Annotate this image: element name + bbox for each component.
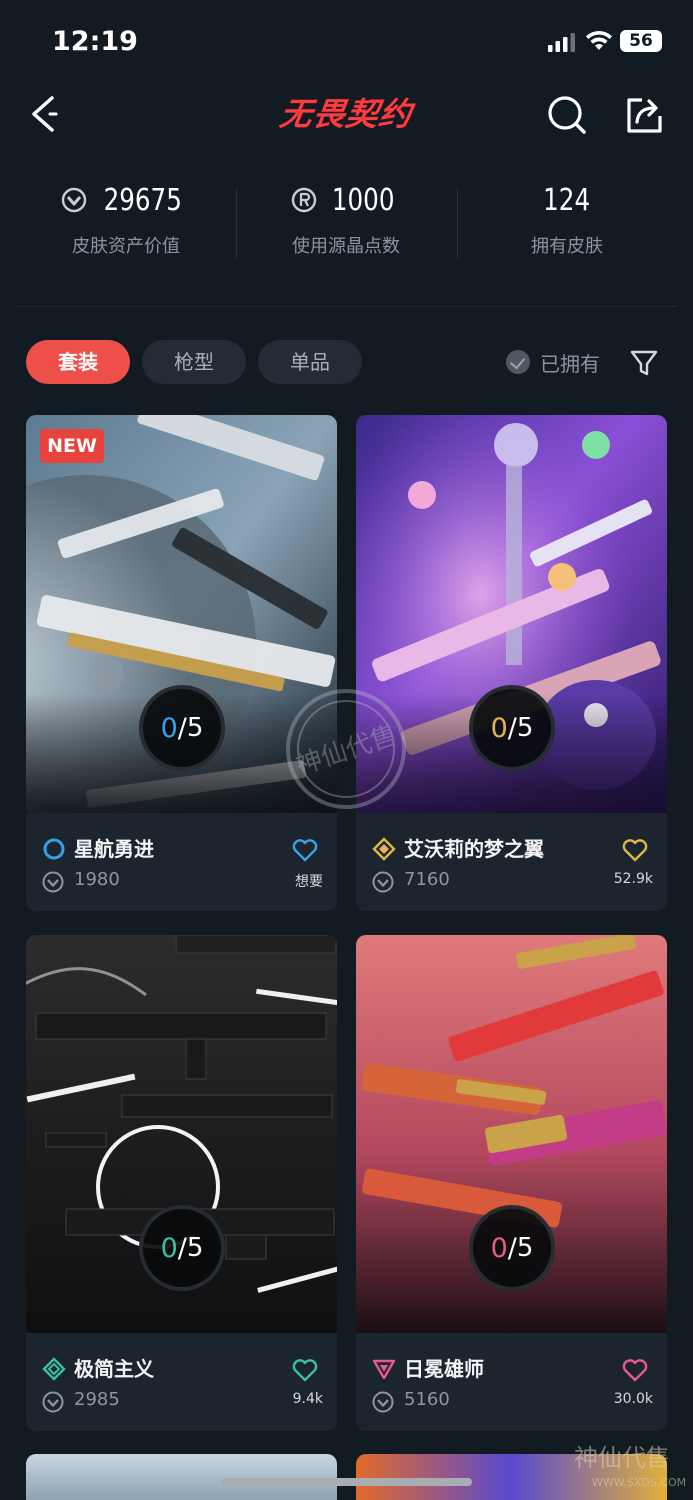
want-count: 想要 [295,874,323,890]
watermark-corner: 神仙代售 WWW.SXDS.COM [574,1444,686,1489]
search-icon[interactable] [546,94,588,136]
progress-separator: / [177,1232,187,1264]
want-count: 9.4k [292,1391,323,1407]
vp-coin-icon [42,1391,64,1413]
bundle-image: 0/5 [26,935,337,1333]
bundle-price: 2985 [74,1389,120,1410]
watermark-corner-text: 神仙代售 [574,1444,670,1472]
collection-progress: 0/5 [469,685,555,771]
heart-icon[interactable] [291,1357,319,1383]
stat-skin-value: 29675 皮肤资产价值 [16,180,236,258]
bundle-name: 艾沃莉的梦之翼 [404,837,544,861]
bundle-name: 星航勇进 [74,837,154,861]
card-info: 艾沃莉的梦之翼 7160 52.9k [356,813,667,911]
wifi-icon [586,30,612,50]
divider [16,306,677,307]
stat-value: 124 [543,182,591,218]
card-info: 星航勇进 1980 想要 [26,813,337,911]
card-info: 日冕雄师 5160 30.0k [356,1333,667,1431]
status-time: 12:19 [52,26,138,57]
owned-filter-toggle[interactable]: 已拥有 [506,344,600,380]
heart-icon[interactable] [621,1357,649,1383]
bundle-card[interactable]: 0/5 艾沃莉的梦之翼 7160 52.9k [356,415,667,911]
back-button[interactable] [26,92,66,136]
tier-diamond-icon [42,1357,66,1381]
stat-radianite-points: 1000 使用源晶点数 [236,180,456,258]
card-info: 极简主义 2985 9.4k [26,1333,337,1431]
bundle-price: 5160 [404,1389,450,1410]
heart-icon[interactable] [621,837,649,863]
tab-bundles[interactable]: 套装 [26,340,130,384]
stat-value: 29675 [103,182,183,218]
stat-value: 1000 [331,182,395,218]
battery-indicator: 56 [620,30,662,52]
status-bar: 12:19 56 [0,0,693,80]
watermark-site: WWW.SXDS.COM [592,1476,686,1489]
vp-coin-icon [372,1391,394,1413]
watermark-text: 神仙代售 [293,721,401,782]
bundle-card-peek[interactable] [26,1454,337,1500]
stat-label: 拥有皮肤 [531,236,603,257]
bundle-card[interactable]: 0/5 日冕雄师 5160 30.0k [356,935,667,1431]
total-count: 5 [516,713,534,743]
vp-coin-icon [62,187,87,213]
total-count: 5 [516,1233,534,1263]
bundle-name: 日冕雄师 [404,1357,484,1381]
want-count: 52.9k [613,871,653,887]
want-count: 30.0k [613,1391,653,1407]
tier-triangle-icon [372,1359,396,1380]
stat-label: 皮肤资产价值 [72,236,180,257]
progress-separator: / [507,1232,517,1264]
bundle-name: 极简主义 [74,1357,154,1381]
bundle-image: 0/5 [356,935,667,1333]
heart-icon[interactable] [291,837,319,863]
tier-diamond-icon [372,837,396,861]
owned-count: 0 [490,712,508,744]
app-title-logo: 无畏契约 [277,95,415,133]
progress-separator: / [177,712,187,744]
stat-owned-skins: 124 拥有皮肤 [457,180,677,258]
watermark-stamp: 神仙代售 [286,689,406,809]
owned-filter-label: 已拥有 [540,351,600,376]
tab-single-items[interactable]: 单品 [258,340,362,384]
bundle-card[interactable]: 0/5 极简主义 2985 9.4k [26,935,337,1431]
progress-separator: / [507,712,517,744]
owned-count: 0 [160,712,178,744]
share-icon[interactable] [624,94,666,136]
new-badge: NEW [40,429,104,463]
checkbox-icon [506,350,530,374]
asset-stats: 29675 皮肤资产价值 1000 使用源晶点数 124 拥有皮肤 [0,180,693,270]
radianite-icon [291,187,317,213]
collection-progress: 0/5 [139,1205,225,1291]
collection-progress: 0/5 [139,685,225,771]
total-count: 5 [186,713,204,743]
owned-count: 0 [490,1232,508,1264]
owned-count: 0 [160,1232,178,1264]
vp-coin-icon [42,871,64,893]
tier-circle-icon [43,838,65,860]
bundle-price: 7160 [404,869,450,890]
home-indicator[interactable] [222,1478,472,1486]
bundle-price: 1980 [74,869,120,890]
collection-progress: 0/5 [469,1205,555,1291]
stat-label: 使用源晶点数 [292,236,400,257]
bundle-card[interactable]: NEW 0/5 星航勇进 1980 想要 [26,415,337,911]
filter-icon[interactable] [628,344,660,380]
vp-coin-icon [372,871,394,893]
cellular-signal-icon [548,33,575,52]
tab-weapon-type[interactable]: 枪型 [142,340,246,384]
total-count: 5 [186,1233,204,1263]
